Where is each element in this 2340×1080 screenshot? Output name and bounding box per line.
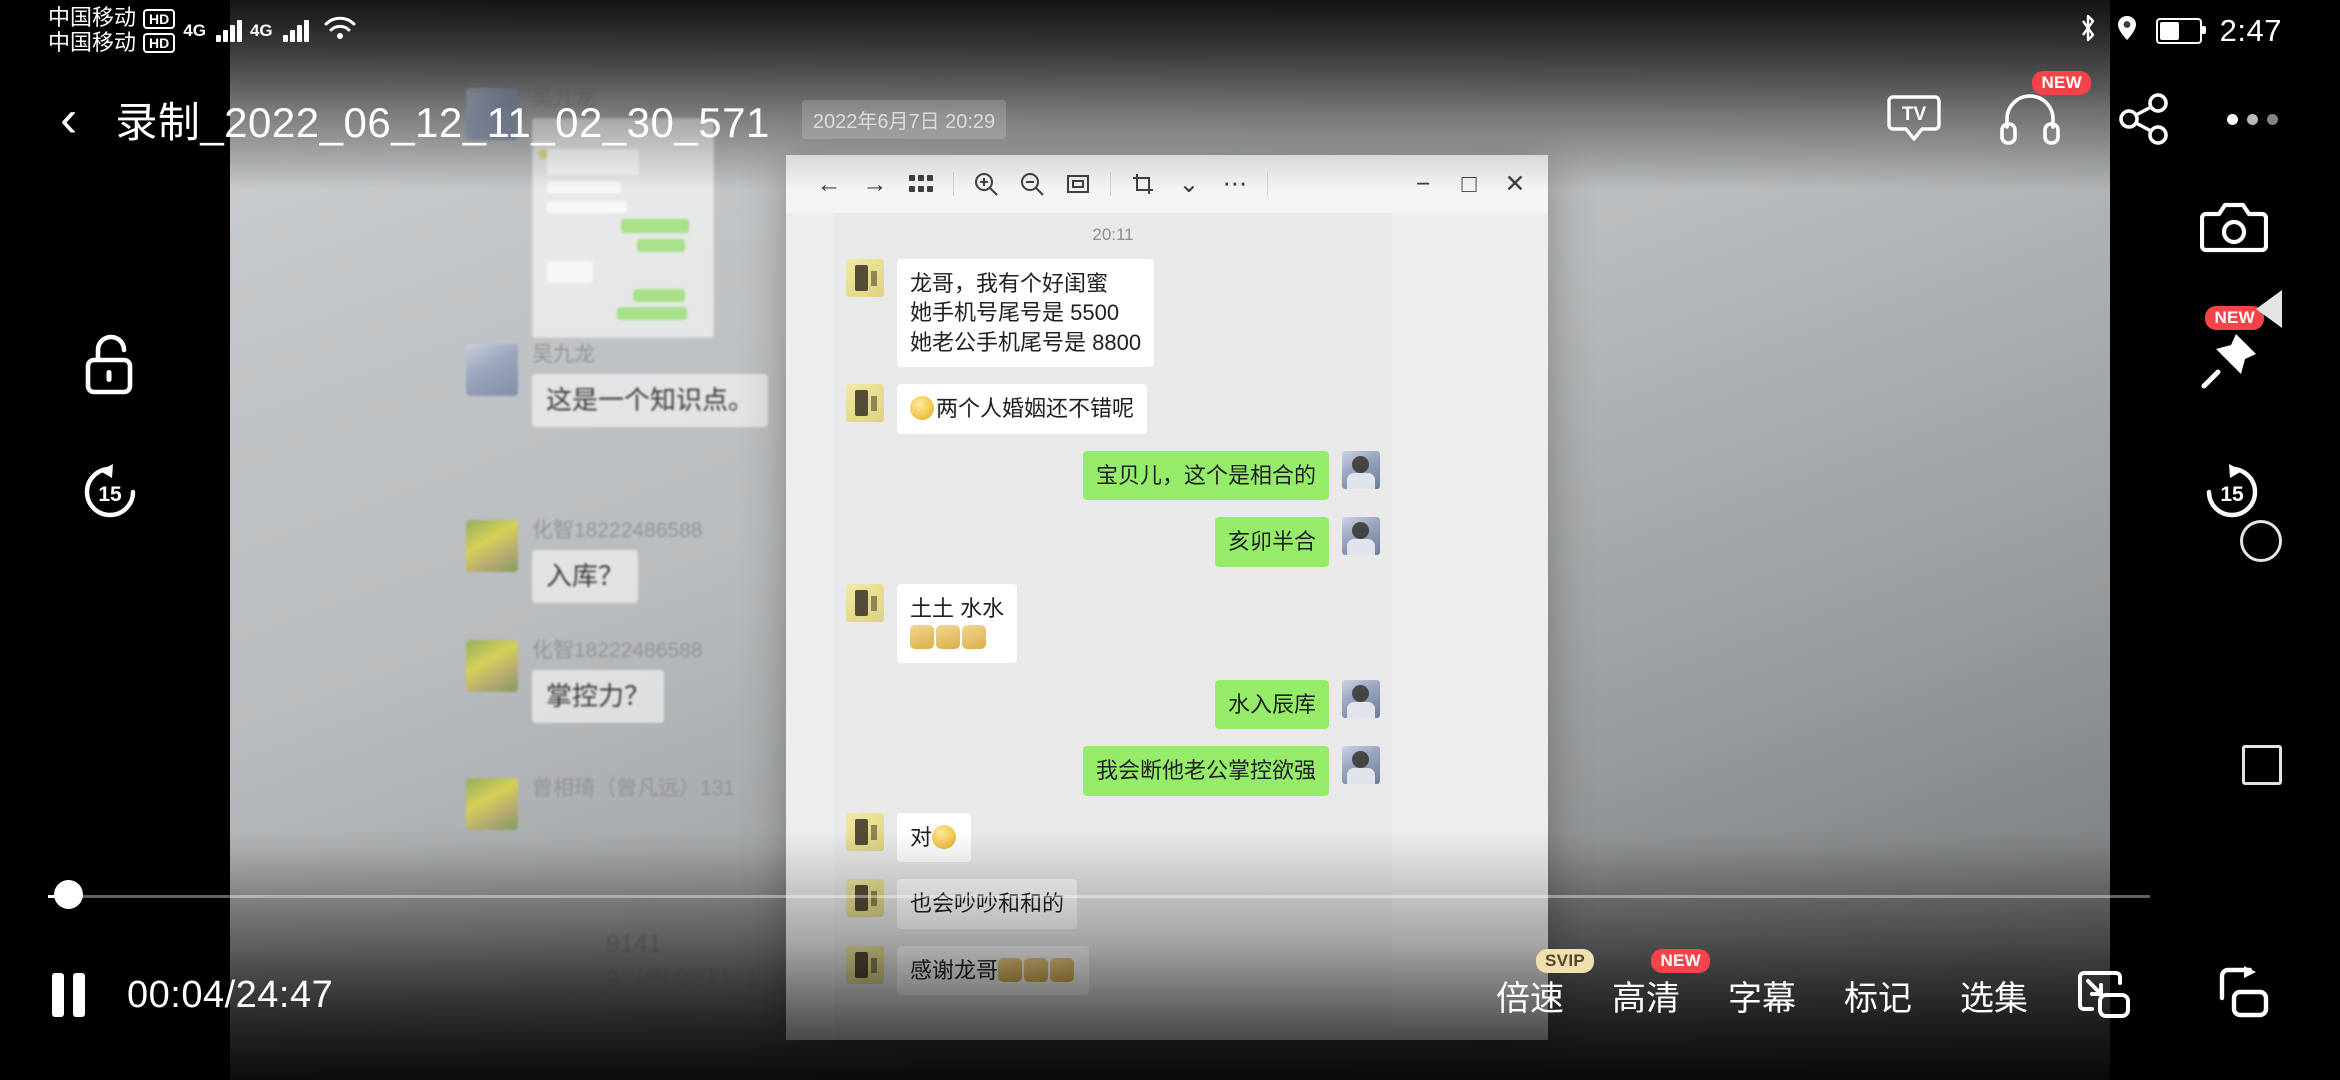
background-chat-item: 吴九龙 这是一个知识点。 [466,344,768,427]
background-message: 入库？ [532,550,638,603]
avatar [846,584,884,622]
speed-button[interactable]: SVIP 倍速 [1496,971,1564,1020]
tv-cast-icon[interactable]: TV [1885,91,1943,147]
headphone-icon[interactable]: NEW [1999,93,2061,145]
message-bubble[interactable]: 亥卯半合 [1215,517,1329,566]
bookmark-button[interactable]: 标记 [1844,971,1912,1020]
pause-button[interactable] [52,973,85,1017]
avatar [466,520,518,572]
screen-rotate-icon[interactable] [2212,964,2270,1025]
new-badge: NEW [2032,71,2091,95]
signal-bars-icon-2 [283,20,309,42]
video-player-screen: 吴九龙 吴九龙 [0,0,2340,1080]
chat-message-row: 龙哥，我有个好闺蜜 她手机号尾号是 5500 她老公手机尾号是 8800 [834,259,1392,367]
message-bubble[interactable]: 龙哥，我有个好闺蜜 她手机号尾号是 5500 她老公手机尾号是 8800 [897,259,1154,367]
quality-label: 高清 [1612,980,1680,1018]
background-message: 这是一个知识点。 [532,374,768,427]
chat-message-row: 宝贝儿，这个是相合的 [834,451,1392,500]
carrier-row-2: 中国移动 HD [48,31,175,56]
bottom-menu: SVIP 倍速 NEW 高清 字幕 标记 选集 [1496,969,2132,1021]
carrier-row-1: 中国移动 HD [48,6,175,31]
background-sender-name: 吴九龙 [532,344,768,365]
seek-bar[interactable] [48,893,2150,899]
avatar [1342,517,1380,555]
back-triangle-icon [2256,290,2282,328]
message-text: 两个人婚姻还不错呢 [936,396,1134,421]
svip-badge: SVIP [1536,949,1594,973]
message-bubble[interactable]: 我会断他老公掌控欲强 [1083,746,1329,795]
new-badge: NEW [1651,949,1710,973]
back-button[interactable]: ‹ [60,93,77,145]
hd-badge: HD [143,9,175,29]
speed-label: 倍速 [1496,980,1564,1018]
carrier-name: 中国移动 [48,31,136,56]
episode-button[interactable]: 选集 [1960,971,2028,1020]
subtitle-button[interactable]: 字幕 [1728,971,1796,1020]
quality-button[interactable]: NEW 高清 [1612,971,1680,1020]
avatar [466,778,518,830]
carrier-group: 中国移动 HD 中国移动 HD [48,6,175,55]
wifi-icon [323,15,357,47]
day-timestamp: 20:11 [834,213,1392,259]
message-bubble[interactable]: 土土 水水 [897,584,1017,663]
background-message: 掌控力？ [532,670,664,723]
bluetooth-icon [2078,13,2098,49]
page-title: 录制_2022_06_12_11_02_30_571 [115,89,770,150]
nav-home-button[interactable] [2240,520,2282,562]
laugh-emoji-icon [910,396,934,420]
avatar [466,640,518,692]
recents-square-icon [2242,745,2282,785]
carrier-name: 中国移动 [48,6,136,31]
seek-handle[interactable] [54,880,83,909]
background-chat-item: 化智18222486588 掌控力？ [466,640,702,723]
background-chat-item: 化智18222486588 入库？ [466,520,702,603]
chat-message-row: 水入辰库 [834,680,1392,729]
rewind-15-button[interactable]: 15 [78,460,142,529]
hd-badge: HD [143,33,175,53]
avatar [1342,451,1380,489]
message-bubble[interactable]: 水入辰库 [1215,680,1329,729]
chat-message-row: 亥卯半合 [834,517,1392,566]
chat-message-row: 两个人婚姻还不错呢 [834,384,1392,433]
network-type-2: 4G [250,21,273,41]
screen-lock-button[interactable] [78,330,140,403]
chat-message-row: 我会断他老公掌控欲强 [834,746,1392,795]
home-circle-icon [2240,520,2282,562]
chat-message-row: 土土 水水 [834,584,1392,663]
recording-date-badge: 2022年6月7日 20:29 [802,100,1006,139]
seek-track[interactable] [48,895,2150,898]
signal-bars-icon-1 [216,20,242,42]
avatar [846,259,884,297]
status-bar: 中国移动 HD 中国移动 HD 4G 4G 2:47 [0,0,2340,62]
player-title-bar: ‹ 录制_2022_06_12_11_02_30_571 2022年6月7日 2… [0,76,2340,162]
player-control-bar: 00:04/24:47 SVIP 倍速 NEW 高清 字幕 标记 选集 [0,910,2340,1080]
background-chat-item: 曾相琦（曾凡远）131 [466,778,735,830]
android-nav-bar [2110,0,2340,1080]
nav-back-button[interactable] [2256,290,2282,328]
background-sender-name: 化智18222486588 [532,640,702,661]
message-bubble[interactable]: 宝贝儿，这个是相合的 [1083,451,1329,500]
nav-recents-button[interactable] [2242,745,2282,785]
avatar [1342,746,1380,784]
money-emoji-icon [936,625,960,649]
message-bubble[interactable]: 两个人婚姻还不错呢 [897,384,1147,433]
avatar [846,384,884,422]
message-text: 土土 水水 [910,596,1004,621]
svg-text:TV: TV [1902,104,1927,125]
money-emoji-icon [910,625,934,649]
money-emoji-icon [962,625,986,649]
background-sender-name: 化智18222486588 [532,520,702,541]
time-display: 00:04/24:47 [127,974,333,1017]
svg-text:15: 15 [98,483,122,506]
background-sender-name: 曾相琦（曾凡远）131 [532,778,735,799]
avatar [466,344,518,396]
avatar [1342,680,1380,718]
network-type-1: 4G [183,21,206,41]
